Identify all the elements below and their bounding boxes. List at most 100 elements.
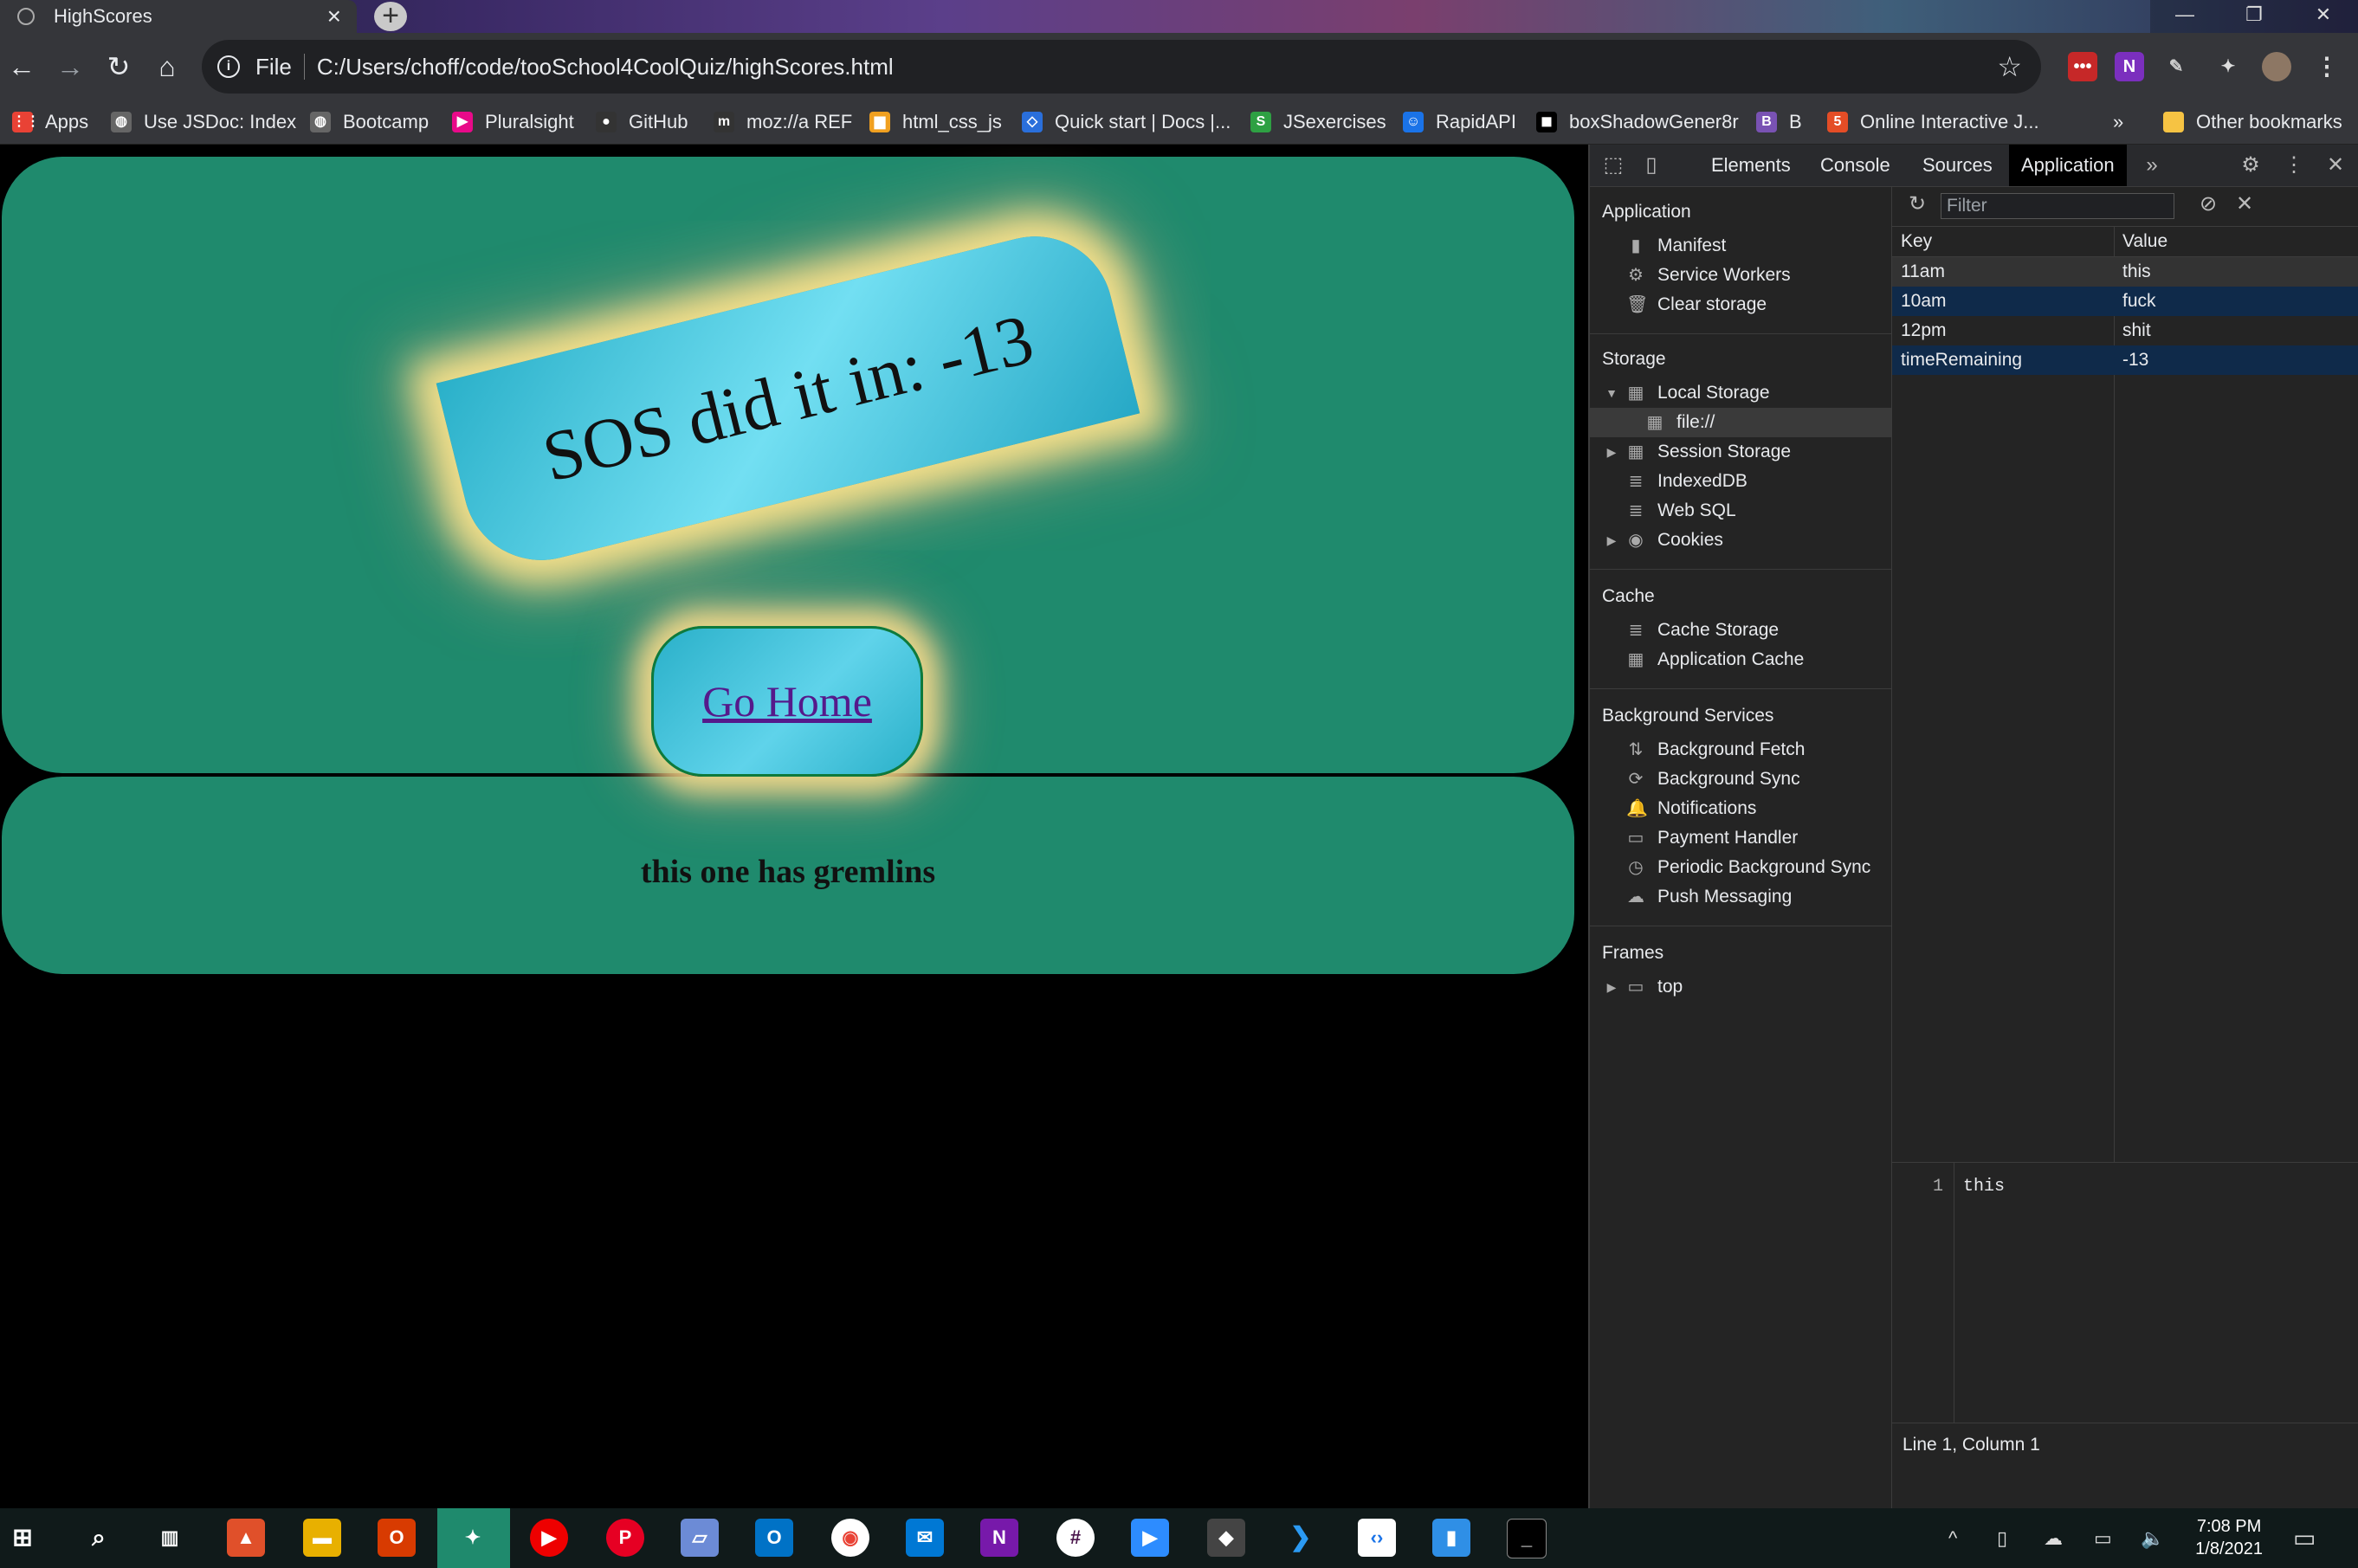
- onenote-extension-icon[interactable]: N: [2115, 52, 2144, 81]
- system-clock[interactable]: 7:08 PM 1/8/2021: [2195, 1515, 2263, 1560]
- battery-icon[interactable]: ▭: [2094, 1508, 2112, 1568]
- sidebar-item-cookies[interactable]: ▶ ◉ Cookies: [1590, 526, 1891, 555]
- sidebar-item-periodic-background-sync[interactable]: ◷ Periodic Background Sync: [1590, 853, 1891, 882]
- table-row[interactable]: timeRemaining -13: [1892, 345, 2358, 375]
- sidebar-item-service-workers[interactable]: ⚙ Service Workers: [1590, 261, 1891, 290]
- bookmark-item[interactable]: ◇ Quick start | Docs |...: [1022, 100, 1231, 144]
- tab-application[interactable]: Application: [2009, 145, 2127, 186]
- url-text[interactable]: C:/Users/choff/code/tooSchool4CoolQuiz/h…: [317, 54, 1997, 81]
- preview-code[interactable]: this: [1963, 1177, 2005, 1197]
- task-view-icon[interactable]: ▥: [151, 1519, 189, 1557]
- back-icon[interactable]: ←: [0, 45, 43, 88]
- bookmark-item[interactable]: ◍ Use JSDoc: Index: [111, 100, 296, 144]
- site-info-icon[interactable]: i: [217, 55, 240, 78]
- bookmark-item[interactable]: ◼ boxShadowGener8r: [1536, 100, 1739, 144]
- minimize-icon[interactable]: —: [2150, 0, 2219, 33]
- sidebar-item-cache-storage[interactable]: ≣ Cache Storage: [1590, 616, 1891, 645]
- volume-icon[interactable]: 🔈: [2141, 1508, 2164, 1568]
- search-icon[interactable]: ⌕: [80, 1519, 118, 1557]
- tab-sources[interactable]: Sources: [1910, 145, 2005, 186]
- new-tab-button[interactable]: +: [374, 1, 407, 31]
- sidebar-item-application-cache[interactable]: ▦ Application Cache: [1590, 645, 1891, 674]
- device-icon[interactable]: ▯: [1997, 1508, 2007, 1568]
- pinned-app-icon[interactable]: ✦: [454, 1519, 492, 1557]
- bookmark-item[interactable]: ▶ Pluralsight: [452, 100, 574, 144]
- table-row[interactable]: 12pm shit: [1892, 316, 2358, 345]
- chrome-icon[interactable]: ◉: [831, 1519, 869, 1557]
- devtools-settings-gear-icon[interactable]: ⚙: [2238, 152, 2264, 178]
- youtube-music-icon[interactable]: ▶: [530, 1519, 568, 1557]
- go-home-button[interactable]: Go Home: [651, 626, 923, 777]
- delete-selected-icon[interactable]: ✕: [2232, 191, 2258, 217]
- address-bar[interactable]: i File C:/Users/choff/code/tooSchool4Coo…: [202, 40, 2041, 94]
- notepad-icon[interactable]: ▮: [1432, 1519, 1470, 1557]
- devtools-close-icon[interactable]: ✕: [2322, 152, 2348, 178]
- collapsed-triangle-icon[interactable]: ▶: [1605, 445, 1618, 460]
- bookmark-item[interactable]: ▆ html_css_js: [869, 100, 1002, 144]
- sidebar-item-clear-storage[interactable]: 🗑 Clear storage: [1590, 290, 1891, 319]
- windows-start-icon[interactable]: ⊞: [3, 1519, 42, 1557]
- office-icon[interactable]: O: [378, 1519, 416, 1557]
- sidebar-item-web-sql[interactable]: ≣ Web SQL: [1590, 496, 1891, 526]
- bookmarks-overflow-icon[interactable]: »: [2113, 100, 2123, 144]
- sidebar-item-background-sync[interactable]: ⟳ Background Sync: [1590, 765, 1891, 794]
- browser-tab[interactable]: HighScores ×: [0, 0, 357, 33]
- tab-console[interactable]: Console: [1808, 145, 1903, 186]
- inspect-element-icon[interactable]: ⬚: [1600, 152, 1626, 178]
- bookmark-star-icon[interactable]: ☆: [1997, 50, 2022, 83]
- column-header-key[interactable]: Key: [1892, 227, 1932, 256]
- outlook-icon[interactable]: O: [755, 1519, 793, 1557]
- bookmark-item[interactable]: ⋮⋮ Apps: [12, 100, 88, 144]
- bookmark-item[interactable]: m moz://a REF: [714, 100, 852, 144]
- profile-avatar[interactable]: [2262, 52, 2291, 81]
- bookmark-item[interactable]: 5 Online Interactive J...: [1827, 100, 2039, 144]
- action-center-icon[interactable]: ▭: [2293, 1508, 2316, 1568]
- sidebar-item-payment-handler[interactable]: ▭ Payment Handler: [1590, 823, 1891, 853]
- gitkraken-icon[interactable]: ◆: [1207, 1519, 1245, 1557]
- table-row[interactable]: 11am this: [1892, 257, 2358, 287]
- slack-icon[interactable]: #: [1056, 1519, 1095, 1557]
- device-toolbar-icon[interactable]: ▯: [1638, 152, 1664, 178]
- restore-icon[interactable]: ❐: [2219, 0, 2289, 33]
- collapsed-triangle-icon[interactable]: ▶: [1605, 980, 1618, 995]
- terminal-icon[interactable]: _: [1507, 1519, 1547, 1558]
- bookmark-item[interactable]: ☺ RapidAPI: [1403, 100, 1516, 144]
- vscode-icon[interactable]: ❯: [1282, 1519, 1320, 1557]
- file-explorer-icon[interactable]: ▬: [303, 1519, 341, 1557]
- sidebar-item-indexeddb[interactable]: ≣ IndexedDB: [1590, 467, 1891, 496]
- forward-icon[interactable]: →: [48, 45, 92, 88]
- pinterest-icon[interactable]: P: [606, 1519, 644, 1557]
- tab-elements[interactable]: Elements: [1699, 145, 1803, 186]
- refresh-icon[interactable]: ↻: [1904, 191, 1930, 217]
- bookmark-item[interactable]: BB: [1756, 100, 1802, 144]
- clear-all-icon[interactable]: ⊘: [2195, 191, 2221, 217]
- code-tool-icon[interactable]: ‹›: [1358, 1519, 1396, 1557]
- sidebar-item-file-origin[interactable]: ▦ file://: [1590, 408, 1891, 437]
- lastpass-extension-icon[interactable]: •••: [2068, 52, 2097, 81]
- bookmark-item[interactable]: ◍ Bootcamp: [310, 100, 429, 144]
- filter-input[interactable]: Filter: [1941, 193, 2174, 219]
- app-icon-1[interactable]: ▲: [227, 1519, 265, 1557]
- collapsed-triangle-icon[interactable]: ▶: [1605, 533, 1618, 548]
- onedrive-cloud-icon[interactable]: ☁: [2044, 1508, 2063, 1568]
- sidebar-item-session-storage[interactable]: ▶ ▦ Session Storage: [1590, 437, 1891, 467]
- sidebar-item-notifications[interactable]: 🔔 Notifications: [1590, 794, 1891, 823]
- column-header-value[interactable]: Value: [2114, 227, 2167, 256]
- sidebar-item-frame-top[interactable]: ▶ ▭ top: [1590, 972, 1891, 1002]
- close-tab-icon[interactable]: ×: [327, 3, 341, 30]
- pen-extension-icon[interactable]: ✎: [2161, 52, 2191, 81]
- table-row[interactable]: 10am fuck: [1892, 287, 2358, 316]
- zoom-icon[interactable]: ▶: [1131, 1519, 1169, 1557]
- go-home-link[interactable]: Go Home: [702, 676, 872, 726]
- show-hidden-icons-icon[interactable]: ^: [1948, 1508, 1957, 1568]
- sidebar-item-background-fetch[interactable]: ⇅ Background Fetch: [1590, 735, 1891, 765]
- extensions-puzzle-icon[interactable]: ✦: [2213, 52, 2243, 81]
- bookmark-item[interactable]: ● GitHub: [596, 100, 688, 144]
- bookmark-item[interactable]: S JSexercises: [1250, 100, 1386, 144]
- notes-app-icon[interactable]: ▱: [681, 1519, 719, 1557]
- close-window-icon[interactable]: ✕: [2289, 0, 2358, 33]
- sidebar-item-push-messaging[interactable]: ☁ Push Messaging: [1590, 882, 1891, 912]
- sidebar-item-manifest[interactable]: ▮ Manifest: [1590, 231, 1891, 261]
- devtools-menu-icon[interactable]: ⋮: [2281, 152, 2307, 178]
- home-icon[interactable]: ⌂: [145, 45, 189, 88]
